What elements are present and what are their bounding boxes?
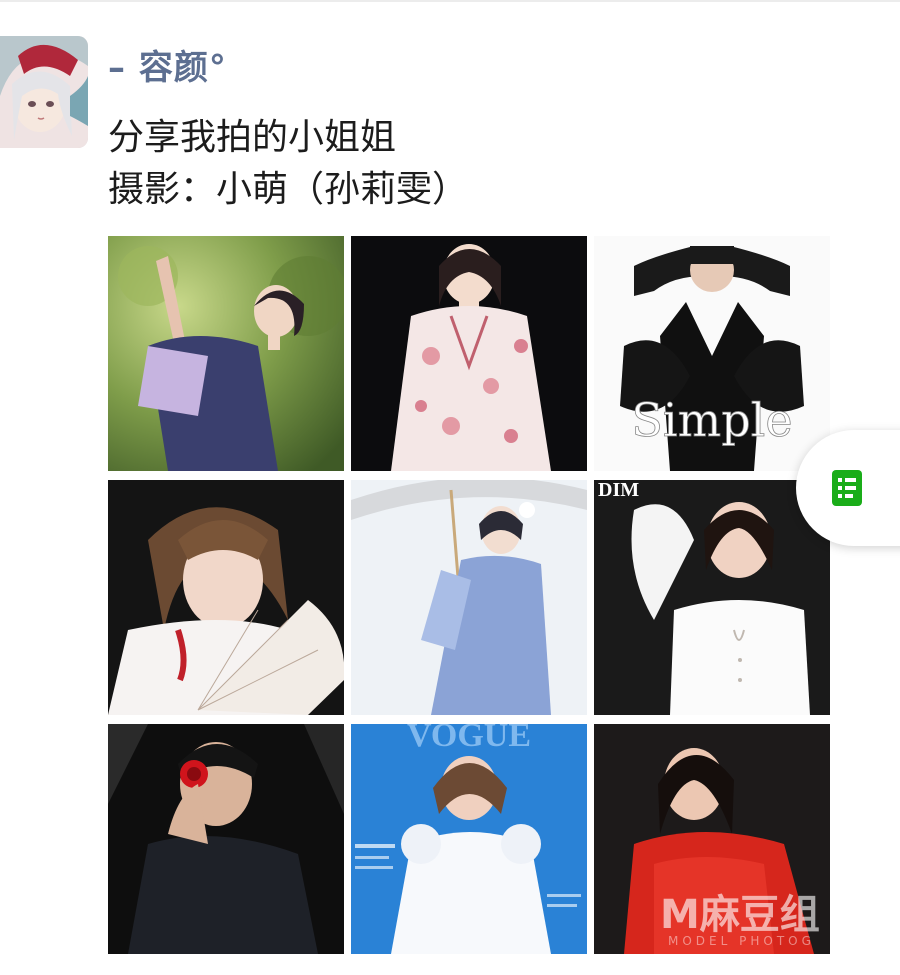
username[interactable]: – 容颜° <box>108 40 227 89</box>
post-text-line: 摄影：小萌（孙莉雯） <box>108 169 469 210</box>
photo-image: VOGUE <box>351 724 587 954</box>
photo-thumbnail-4[interactable] <box>108 480 344 715</box>
photo-thumbnail-2[interactable] <box>351 236 587 471</box>
photo-image <box>594 724 830 954</box>
photo-image <box>351 236 587 471</box>
photo-thumbnail-5[interactable] <box>351 480 587 715</box>
avatar[interactable] <box>0 36 88 148</box>
photo-caption: VOGUE <box>407 724 531 754</box>
photo-image <box>108 480 344 715</box>
photo-thumbnail-6[interactable]: DIM <box>594 480 830 715</box>
divider <box>0 0 900 2</box>
photo-image <box>351 480 587 715</box>
photo-caption: DIM <box>598 480 639 501</box>
photo-thumbnail-8[interactable]: VOGUE <box>351 724 587 954</box>
photo-image: Simple <box>594 236 830 471</box>
floating-document-button[interactable] <box>796 430 900 546</box>
photo-thumbnail-1[interactable] <box>108 236 344 471</box>
avatar-illustration <box>0 36 88 148</box>
photo-image: DIM <box>594 480 830 715</box>
document-icon <box>832 470 862 506</box>
photo-image <box>108 236 344 471</box>
photo-caption: Simple <box>631 393 792 447</box>
photo-image <box>108 724 344 954</box>
photo-thumbnail-9[interactable] <box>594 724 830 954</box>
photo-grid: Simple DIM VOGUE <box>108 236 832 954</box>
photo-thumbnail-7[interactable] <box>108 724 344 954</box>
post-text-line: 分享我拍的小姐姐 <box>108 117 397 158</box>
moments-post: – 容颜° 分享我拍的小姐姐 摄影：小萌（孙莉雯） Simple DIM VOG… <box>0 0 900 975</box>
photo-thumbnail-3[interactable]: Simple <box>594 236 830 471</box>
